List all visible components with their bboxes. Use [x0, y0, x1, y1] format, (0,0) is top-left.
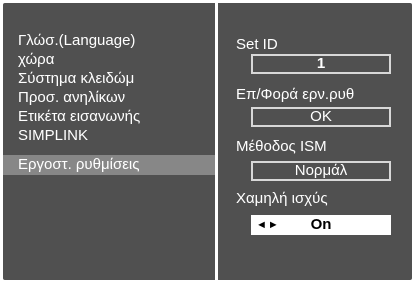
factory-reset-ok-button[interactable]: OK — [251, 107, 391, 127]
menu-item-input-label[interactable]: Ετικέτα εισανωνής — [3, 107, 215, 127]
menu-item-parental[interactable]: Προσ. ανηλίκων — [3, 88, 215, 108]
menu-item-country[interactable]: χώρα — [3, 50, 215, 70]
factory-reset-label: Επ/Φορά ερν.ρυθ — [236, 86, 355, 103]
menu-list: Γλώσ.(Language) χώρα Σύστημα κλειδώμ Προ… — [3, 3, 215, 280]
low-power-label: Χαμηλή ισχύς — [236, 190, 328, 207]
ism-method-value[interactable]: Νορμάλ — [251, 161, 391, 181]
low-power-selector[interactable]: ◄► On — [251, 215, 391, 235]
set-id-value[interactable]: 1 — [251, 54, 391, 74]
low-power-value: On — [310, 216, 332, 233]
osd-menu: Γλώσ.(Language) χώρα Σύστημα κλειδώμ Προ… — [3, 3, 412, 280]
menu-item-simplink[interactable]: SIMPLINK — [3, 126, 215, 146]
options-panel: Set ID 1 Επ/Φορά ερν.ρυθ OK Μέθοδος ISM … — [218, 3, 412, 280]
menu-item-factory-settings[interactable]: Εργοστ. ρυθμίσεις — [3, 155, 215, 175]
ism-method-label: Μέθοδος ISM — [236, 138, 327, 155]
menu-item-language[interactable]: Γλώσ.(Language) — [3, 31, 215, 51]
menu-item-lock-system[interactable]: Σύστημα κλειδώμ — [3, 69, 215, 89]
left-right-arrows-icon: ◄► — [256, 219, 280, 231]
set-id-label: Set ID — [236, 36, 278, 53]
